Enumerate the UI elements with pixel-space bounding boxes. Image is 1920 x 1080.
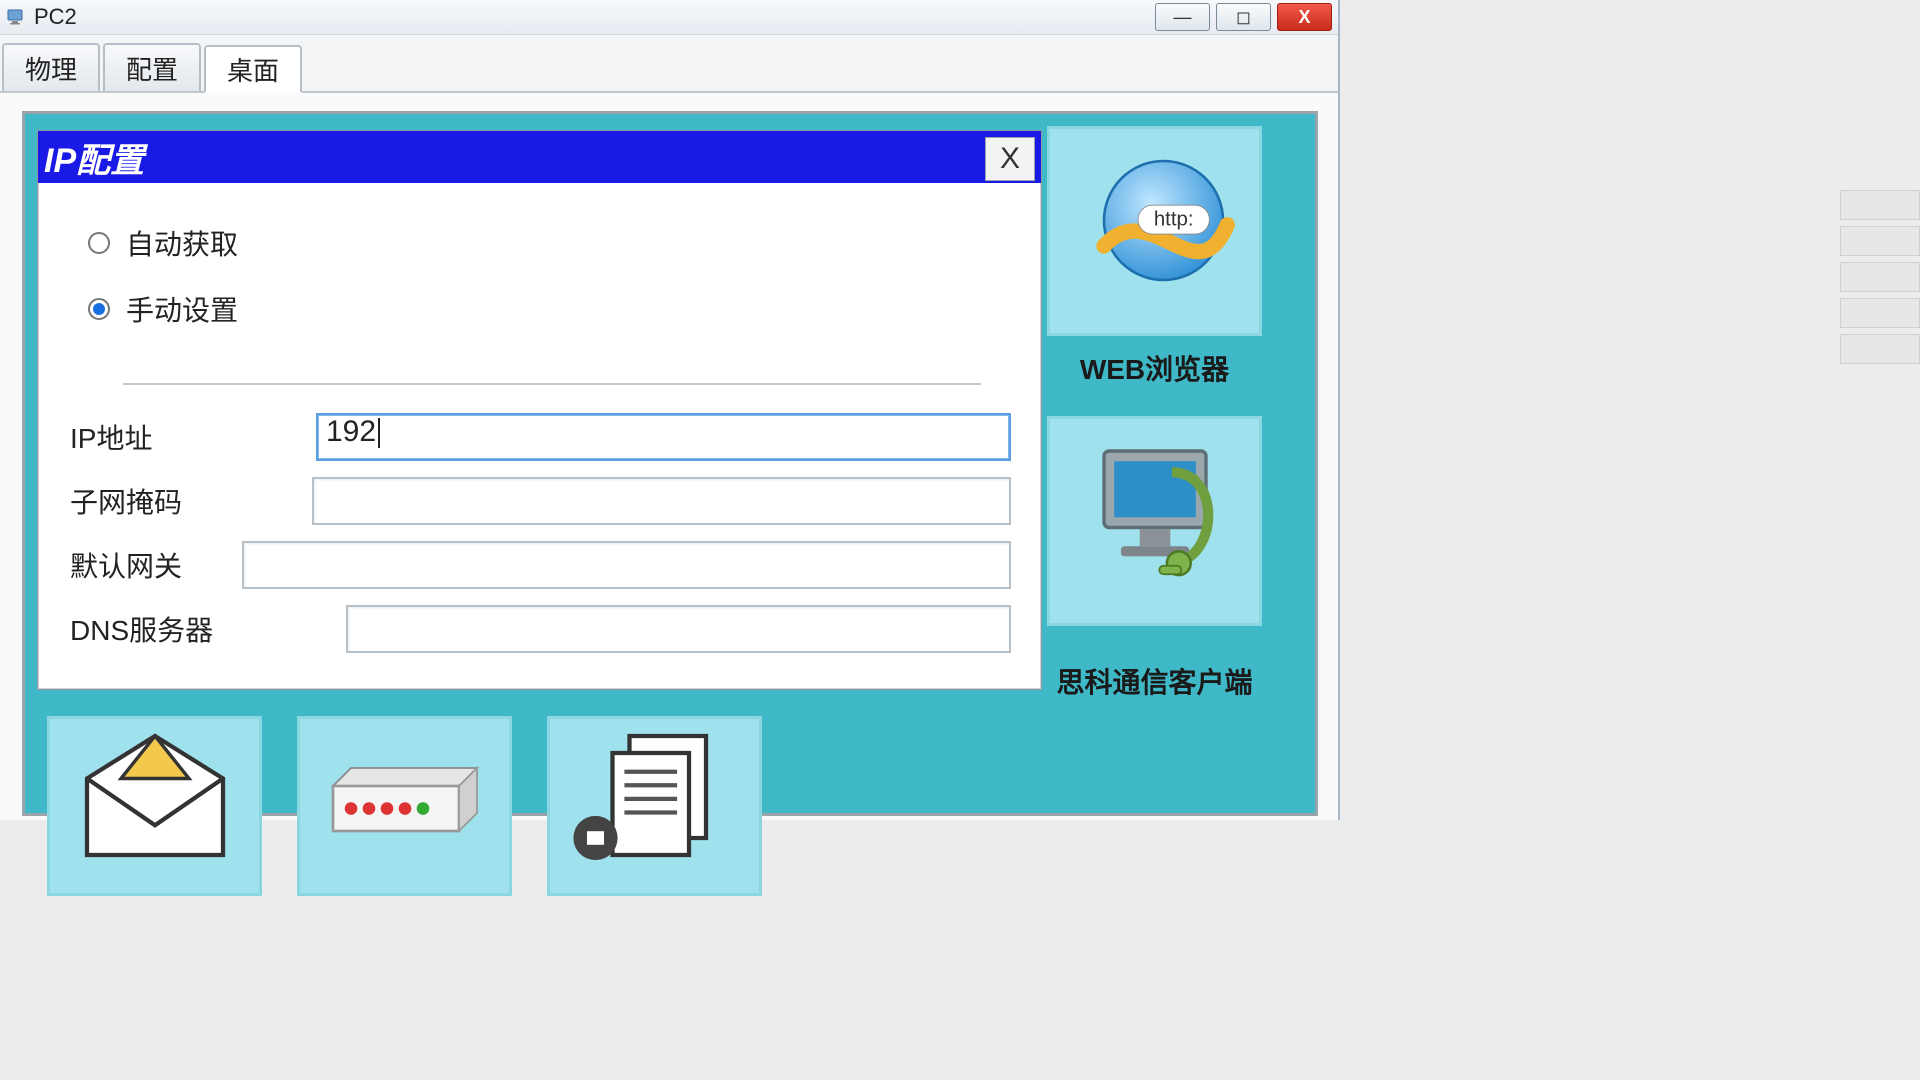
ip-config-title: IP配置 [38, 131, 1041, 183]
field-default-gateway: 默认网关 [66, 541, 1011, 589]
radio-label: 手动设置 [126, 289, 238, 329]
field-subnet-mask: 子网掩码 [66, 477, 1011, 525]
desktop-frame: http: WEB浏览器 思科 [22, 111, 1318, 816]
globe-http-icon: http: [1065, 144, 1245, 319]
minimize-button[interactable]: — [1155, 3, 1210, 31]
ip-fields: IP地址 192 子网掩码 默认网关 [38, 413, 1041, 653]
ip-address-input[interactable]: 192 [316, 413, 1011, 461]
separator [123, 383, 981, 385]
ip-config-dialog: IP配置 X 自动获取 手动设置 [37, 130, 1042, 690]
tab-config[interactable]: 配置 [103, 43, 201, 91]
text-cursor-icon [378, 418, 380, 448]
field-label: IP地址 [66, 417, 296, 457]
tile-mail[interactable] [47, 716, 262, 896]
window-controls: — ◻ X [1155, 3, 1332, 31]
input-value: 192 [326, 415, 376, 448]
minimize-icon: — [1174, 7, 1192, 28]
main-tabs: 物理 配置 桌面 [0, 35, 1338, 93]
tile-web-browser[interactable]: http: [1047, 126, 1262, 336]
field-label: 子网掩码 [66, 481, 296, 521]
radio-icon [88, 298, 110, 320]
default-gateway-input[interactable] [242, 541, 1011, 589]
tile-network-device[interactable] [297, 716, 512, 896]
svg-text:http:: http: [1153, 208, 1193, 230]
tab-physical[interactable]: 物理 [2, 43, 100, 91]
app-window: PC2 — ◻ X 物理 配置 桌面 [0, 0, 1340, 820]
network-device-icon [315, 719, 495, 894]
titlebar: PC2 — ◻ X [0, 0, 1338, 35]
ip-mode-radio-group: 自动获取 手动设置 [38, 183, 1041, 365]
pc-headset-icon [1065, 434, 1245, 609]
close-icon: X [1000, 142, 1020, 176]
radio-icon [88, 232, 110, 254]
background-panel [1840, 190, 1920, 364]
tab-label: 桌面 [227, 51, 279, 88]
close-icon: X [1298, 7, 1310, 28]
radio-auto[interactable]: 自动获取 [88, 223, 1011, 263]
tab-desktop[interactable]: 桌面 [204, 45, 302, 93]
maximize-button[interactable]: ◻ [1216, 3, 1271, 31]
tab-label: 物理 [25, 50, 77, 87]
tile-web-browser-label: WEB浏览器 [1047, 348, 1262, 388]
pc-icon [6, 7, 26, 27]
tile-documents[interactable] [547, 716, 762, 896]
window-title: PC2 [34, 4, 77, 30]
tile-cisco-client-label: 思科通信客户端 [1047, 661, 1262, 701]
subnet-mask-input[interactable] [312, 477, 1011, 525]
ip-config-close-button[interactable]: X [985, 137, 1035, 181]
radio-label: 自动获取 [126, 223, 238, 263]
dns-server-input[interactable] [346, 605, 1011, 653]
tab-label: 配置 [126, 50, 178, 87]
document-stack-icon [565, 719, 745, 894]
radio-manual[interactable]: 手动设置 [88, 289, 1011, 329]
field-dns-server: DNS服务器 [66, 605, 1011, 653]
field-label: 默认网关 [66, 545, 242, 585]
tile-cisco-client[interactable] [1047, 416, 1262, 626]
close-button[interactable]: X [1277, 3, 1332, 31]
field-ip-address: IP地址 192 [66, 413, 1011, 461]
field-label: DNS服务器 [66, 609, 346, 649]
mail-envelope-icon [65, 719, 245, 894]
desktop-area: http: WEB浏览器 思科 [37, 126, 1303, 801]
maximize-icon: ◻ [1236, 7, 1251, 28]
